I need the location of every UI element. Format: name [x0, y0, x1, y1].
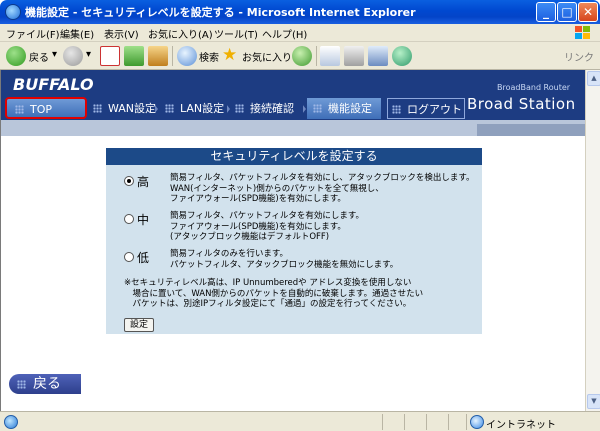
toolbar-separator — [316, 46, 317, 66]
main-nav: TOP WAN設定 LAN設定 接続確認 機能設定 ログアウト — [1, 97, 465, 120]
router-title: Broad Station — [467, 95, 576, 113]
back-button-label: 戻る — [33, 376, 61, 392]
dots-icon — [93, 104, 102, 113]
forward-dropdown-icon[interactable]: ▾ — [86, 49, 91, 60]
dots-icon — [17, 380, 26, 389]
nav-function-settings-label: 機能設定 — [328, 102, 372, 115]
nav-lan-label: LAN設定 — [180, 102, 225, 115]
history-icon[interactable] — [292, 46, 312, 66]
favorites-label[interactable]: お気に入り — [242, 49, 292, 64]
dots-icon — [392, 105, 401, 114]
dots-icon — [313, 104, 322, 113]
menu-help[interactable]: ヘルプ(H) — [262, 26, 307, 41]
stop-icon[interactable] — [100, 46, 120, 66]
home-icon[interactable] — [148, 46, 168, 66]
nav-function-settings[interactable]: 機能設定 — [307, 98, 381, 119]
edit-icon[interactable] — [368, 46, 388, 66]
option-low-label[interactable]: 低 — [137, 249, 149, 266]
close-button[interactable]: ✕ — [578, 2, 598, 22]
menu-file[interactable]: ファイル(F) — [6, 26, 60, 41]
vertical-scrollbar[interactable]: ▲ ▼ — [585, 70, 600, 411]
menu-view[interactable]: 表示(V) — [104, 26, 139, 41]
radio-low[interactable] — [124, 252, 134, 262]
nav-top[interactable]: TOP — [5, 97, 87, 119]
dots-icon — [165, 104, 174, 113]
scroll-down-icon[interactable]: ▼ — [587, 394, 600, 409]
nav-wan[interactable]: WAN設定 — [89, 98, 157, 119]
dots-icon — [235, 104, 244, 113]
desc-line: ファイアウォール(SPD機能)を有効にします。 — [170, 221, 346, 232]
mail-icon[interactable] — [320, 46, 340, 66]
windows-logo-icon — [575, 26, 590, 39]
menu-edit[interactable]: 編集(E) — [60, 26, 94, 41]
links-label[interactable]: リンク — [564, 49, 594, 64]
desc-line: 簡易フィルタ、パケットフィルタを有効にし、アタックブロックを検出します。 — [170, 173, 475, 183]
menu-tools[interactable]: ツール(T) — [214, 26, 258, 41]
nav-connection-check[interactable]: 接続確認 — [231, 98, 303, 119]
panel-title: セキュリティレベルを設定する — [106, 148, 482, 165]
radio-medium[interactable] — [124, 214, 134, 224]
desc-line: 簡易フィルタのみを行います。 — [170, 249, 288, 259]
print-icon[interactable] — [344, 46, 364, 66]
desc-line: (アタックブロック機能はデフォルトOFF) — [170, 232, 330, 242]
favorites-star-icon[interactable]: ★ — [222, 45, 237, 65]
messenger-icon[interactable] — [392, 46, 412, 66]
toolbar-separator — [172, 46, 173, 66]
status-separator — [466, 414, 467, 430]
option-medium-desc: 簡易フィルタ、パケットフィルタを有効にします。 ファイアウォール(SPD機能)を… — [170, 211, 364, 243]
nav-connection-check-label: 接続確認 — [250, 102, 294, 115]
option-low-desc: 簡易フィルタのみを行います。 パケットフィルタ、アタックブロック機能を無効にしま… — [170, 249, 398, 270]
router-banner: BUFFALO BroadBand Router Broad Station T… — [1, 70, 585, 120]
buffalo-logo: BUFFALO — [13, 75, 94, 94]
browser-toolbar: 戻る ▾ ▾ 検索 ★ お気に入り リンク — [0, 42, 600, 70]
status-separator — [448, 414, 449, 430]
radio-high[interactable] — [124, 176, 134, 186]
minimize-button[interactable]: _ — [536, 2, 556, 22]
scroll-up-icon[interactable]: ▲ — [587, 71, 600, 86]
desc-line: 簡易フィルタ、パケットフィルタを有効にします。 — [170, 211, 365, 221]
menu-favorites[interactable]: お気に入り(A) — [148, 26, 213, 41]
note-line: パケットは、別途IPフィルタ設定にて「通過」の設定を行ってください。 — [124, 299, 412, 309]
back-button[interactable]: 戻る — [9, 374, 81, 394]
internet-explorer-icon — [5, 4, 21, 20]
maximize-button[interactable]: □ — [557, 2, 577, 22]
option-medium-label[interactable]: 中 — [137, 211, 149, 228]
window-titlebar: 機能設定 - セキュリティレベルを設定する - Microsoft Intern… — [0, 0, 600, 24]
security-level-panel: セキュリティレベルを設定する 高 簡易フィルタ、パケットフィルタを有効にし、アタ… — [106, 148, 482, 334]
dots-icon — [15, 105, 24, 114]
status-separator — [382, 414, 383, 430]
nav-logout[interactable]: ログアウト — [387, 98, 465, 119]
window-title: 機能設定 - セキュリティレベルを設定する - Microsoft Intern… — [25, 6, 416, 19]
desc-line: ファイアウォール(SPD機能)を有効にします。 — [170, 194, 346, 204]
banner-band-accent — [477, 124, 585, 136]
back-label[interactable]: 戻る — [29, 49, 49, 64]
nav-wan-label: WAN設定 — [108, 102, 157, 115]
forward-arrow-icon[interactable] — [63, 46, 83, 66]
status-separator — [426, 414, 427, 430]
search-label[interactable]: 検索 — [199, 49, 219, 64]
submit-button[interactable]: 設定 — [124, 318, 154, 332]
option-high-desc: 簡易フィルタ、パケットフィルタを有効にし、アタックブロックを検出します。 WAN… — [170, 173, 475, 205]
note-line: ※セキュリティレベル高は、IP Unnumberedや アドレス変換を使用しない — [124, 278, 412, 288]
desc-line: WAN(インターネット)側からのパケットを全て無視し、 — [170, 183, 384, 194]
security-zone-label: イントラネット — [486, 420, 556, 431]
nav-lan[interactable]: LAN設定 — [161, 98, 227, 119]
page-done-icon — [4, 415, 18, 429]
router-subtitle: BroadBand Router — [497, 83, 571, 92]
intranet-zone-icon — [470, 415, 484, 429]
menu-bar: ファイル(F) 編集(E) 表示(V) お気に入り(A) ツール(T) ヘルプ(… — [0, 24, 600, 42]
security-note: ※セキュリティレベル高は、IP Unnumberedや アドレス変換を使用しない… — [124, 278, 474, 310]
desc-line: パケットフィルタ、アタックブロック機能を無効にします。 — [170, 259, 399, 270]
back-arrow-icon[interactable] — [6, 46, 26, 66]
status-separator — [404, 414, 405, 430]
page-content: BUFFALO BroadBand Router Broad Station T… — [0, 70, 600, 411]
nav-top-label: TOP — [30, 103, 53, 116]
option-high-label[interactable]: 高 — [137, 173, 149, 190]
note-line: 場合に置いて、WAN側からのパケットを自動的に破棄します。通過させたい — [124, 288, 424, 299]
refresh-icon[interactable] — [124, 46, 144, 66]
search-icon[interactable] — [177, 46, 197, 66]
nav-logout-label: ログアウト — [407, 103, 462, 116]
status-bar: イントラネット — [0, 411, 600, 431]
back-dropdown-icon[interactable]: ▾ — [52, 49, 57, 60]
